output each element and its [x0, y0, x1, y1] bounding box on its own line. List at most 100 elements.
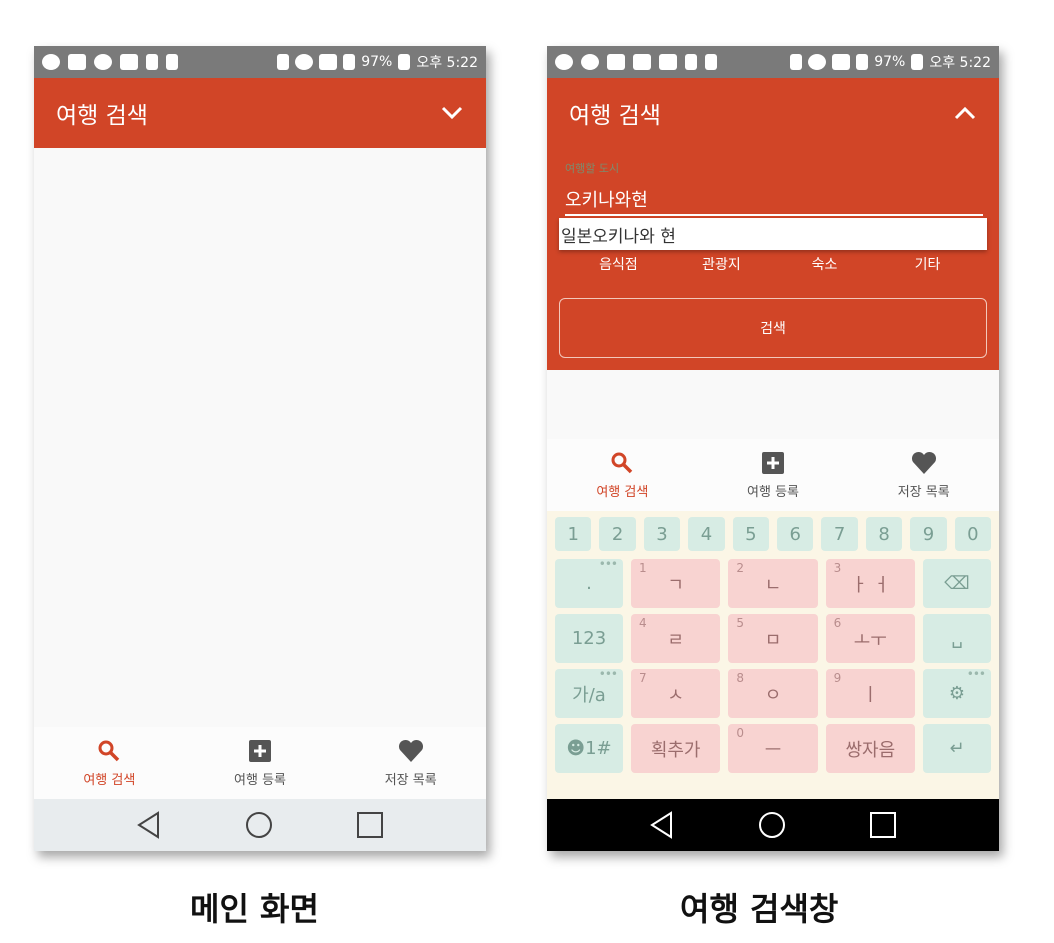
city-input[interactable]: 오키나와현 [565, 186, 648, 212]
clock: 오후 5:22 [929, 55, 991, 71]
wifi-icon [319, 54, 338, 70]
system-nav-bar [34, 799, 486, 851]
battery-percent: 97% [874, 54, 906, 70]
category-lodging[interactable]: 숙소 [773, 254, 876, 274]
search-panel: 여행할 도시 오키나와현 일본오키나와 현 음식점 관광지 숙소 기타 검색 [547, 148, 999, 370]
category-row: 음식점 관광지 숙소 기타 [567, 254, 979, 274]
heart-icon [911, 451, 936, 474]
vibrate-icon [277, 54, 290, 70]
app-bar: 여행 검색 [34, 78, 486, 148]
nav-trip-register[interactable]: 여행 등록 [698, 439, 849, 511]
nav-label: 저장 목록 [384, 772, 437, 788]
keyboard-row-2: 123 4ㄹ 5ㅁ 6 ㅗㅜ ␣ [555, 614, 991, 663]
signal-icon [856, 54, 869, 70]
key-9[interactable]: 9 [910, 517, 947, 551]
key-siot[interactable]: 7ㅅ [631, 669, 721, 718]
nav-trip-search[interactable]: 여행 검색 [547, 439, 698, 511]
app-bar-title: 여행 검색 [569, 103, 661, 129]
key-6[interactable]: 6 [777, 517, 814, 551]
search-button[interactable]: 검색 [559, 298, 987, 358]
search-screen-phone: 97% 오후 5:22 여행 검색 여행할 도시 오키나와현 일본오키나와 현 … [547, 46, 999, 851]
autocomplete-suggestion[interactable]: 일본오키나와 현 [559, 218, 987, 250]
city-field-label: 여행할 도시 [565, 162, 620, 175]
key-add-stroke[interactable]: 획추가 [631, 724, 721, 773]
keyboard-row-4: ☻1# 획추가 0ㅡ 쌍자음 ↵ [555, 724, 991, 773]
space-icon[interactable]: ␣ [922, 614, 991, 663]
key-giyeok[interactable]: 1ㄱ [631, 559, 721, 608]
usb-icon [146, 54, 158, 70]
backspace-icon[interactable]: ⌫ [922, 559, 991, 608]
wifi-icon [832, 54, 851, 70]
enter-icon[interactable]: ↵ [922, 724, 991, 773]
key-o-u[interactable]: 6 ㅗㅜ [825, 614, 915, 663]
key-double-consonant[interactable]: 쌍자음 [825, 724, 915, 773]
home-icon[interactable] [245, 811, 273, 839]
key-nieun[interactable]: 2ㄴ [728, 559, 818, 608]
bottom-nav: 여행 검색 여행 등록 저장 목록 [34, 727, 486, 799]
key-period[interactable]: •••. [555, 557, 623, 608]
alarm-icon [808, 54, 827, 70]
app-bar-title: 여행 검색 [56, 103, 148, 129]
system-nav-bar [547, 799, 999, 851]
category-restaurant[interactable]: 음식점 [567, 254, 670, 274]
key-4[interactable]: 4 [688, 517, 725, 551]
battery-percent: 97% [361, 54, 393, 70]
key-7[interactable]: 7 [821, 517, 858, 551]
alarm-icon [295, 54, 314, 70]
recents-icon[interactable] [869, 811, 897, 839]
gallery-icon [120, 54, 138, 70]
main-screen-phone: 97% 오후 5:22 여행 검색 여행 검색 여행 등록 저장 목록 [34, 46, 486, 851]
key-ieung[interactable]: 8ㅇ [728, 669, 818, 718]
kakaotalk-icon [581, 54, 599, 70]
nav-label: 여행 등록 [234, 772, 286, 788]
chevron-up-icon[interactable] [953, 101, 977, 125]
back-icon[interactable] [136, 811, 162, 839]
key-numbers-mode[interactable]: 123 [555, 614, 623, 663]
heart-icon [398, 739, 423, 762]
key-2[interactable]: 2 [599, 517, 636, 551]
nav-label: 저장 목록 [897, 484, 950, 500]
app-bar: 여행 검색 [547, 78, 999, 148]
settings-gear-icon[interactable]: ••• ⚙ [922, 667, 991, 718]
battery-icon [398, 54, 411, 70]
key-mieum[interactable]: 5ㅁ [728, 614, 818, 663]
category-other[interactable]: 기타 [876, 254, 979, 274]
nav-label: 여행 검색 [596, 484, 649, 500]
home-icon[interactable] [758, 811, 786, 839]
key-emoji-symbols[interactable]: ☻1# [555, 724, 623, 773]
search-icon [611, 452, 633, 473]
key-eu[interactable]: 0ㅡ [728, 724, 818, 773]
input-underline [565, 214, 983, 216]
korean-keyboard: 1 2 3 4 5 6 7 8 9 0 •••. 1ㄱ 2ㄴ 3ㅏ ㅓ ⌫ 12… [547, 511, 999, 799]
keyboard-icon [633, 54, 651, 70]
nav-saved-list[interactable]: 저장 목록 [848, 439, 999, 511]
key-i[interactable]: 9ㅣ [825, 669, 915, 718]
search-screen-caption: 여행 검색창 [680, 890, 839, 928]
key-1[interactable]: 1 [555, 517, 592, 551]
chevron-down-icon[interactable] [440, 101, 464, 125]
key-rieul[interactable]: 4ㄹ [631, 614, 721, 663]
talk-search-icon [659, 54, 677, 70]
key-0[interactable]: 0 [954, 517, 992, 551]
number-row: 1 2 3 4 5 6 7 8 9 0 [555, 517, 992, 551]
back-icon[interactable] [649, 811, 675, 839]
bottom-nav: 여행 검색 여행 등록 저장 목록 [547, 439, 999, 511]
nav-saved-list[interactable]: 저장 목록 [335, 727, 486, 799]
key-a-eo[interactable]: 3ㅏ ㅓ [825, 559, 915, 608]
key-5[interactable]: 5 [732, 517, 770, 551]
vibrate-icon [790, 54, 803, 70]
key-language-toggle[interactable]: ••• 가/a [555, 667, 623, 718]
category-attraction[interactable]: 관광지 [670, 254, 773, 274]
nav-trip-search[interactable]: 여행 검색 [34, 727, 185, 799]
key-8[interactable]: 8 [865, 517, 903, 551]
search-icon [98, 740, 120, 761]
keyboard-row-1: •••. 1ㄱ 2ㄴ 3ㅏ ㅓ ⌫ [555, 557, 991, 608]
clock: 오후 5:22 [416, 55, 478, 71]
keyboard-row-3: ••• 가/a 7ㅅ 8ㅇ 9ㅣ ••• ⚙ [555, 667, 991, 718]
nav-trip-register[interactable]: 여행 등록 [185, 727, 336, 799]
recents-icon[interactable] [356, 811, 384, 839]
key-3[interactable]: 3 [643, 517, 681, 551]
signal-icon [343, 54, 356, 70]
nav-label: 여행 검색 [83, 772, 136, 788]
plus-box-icon [762, 451, 784, 474]
